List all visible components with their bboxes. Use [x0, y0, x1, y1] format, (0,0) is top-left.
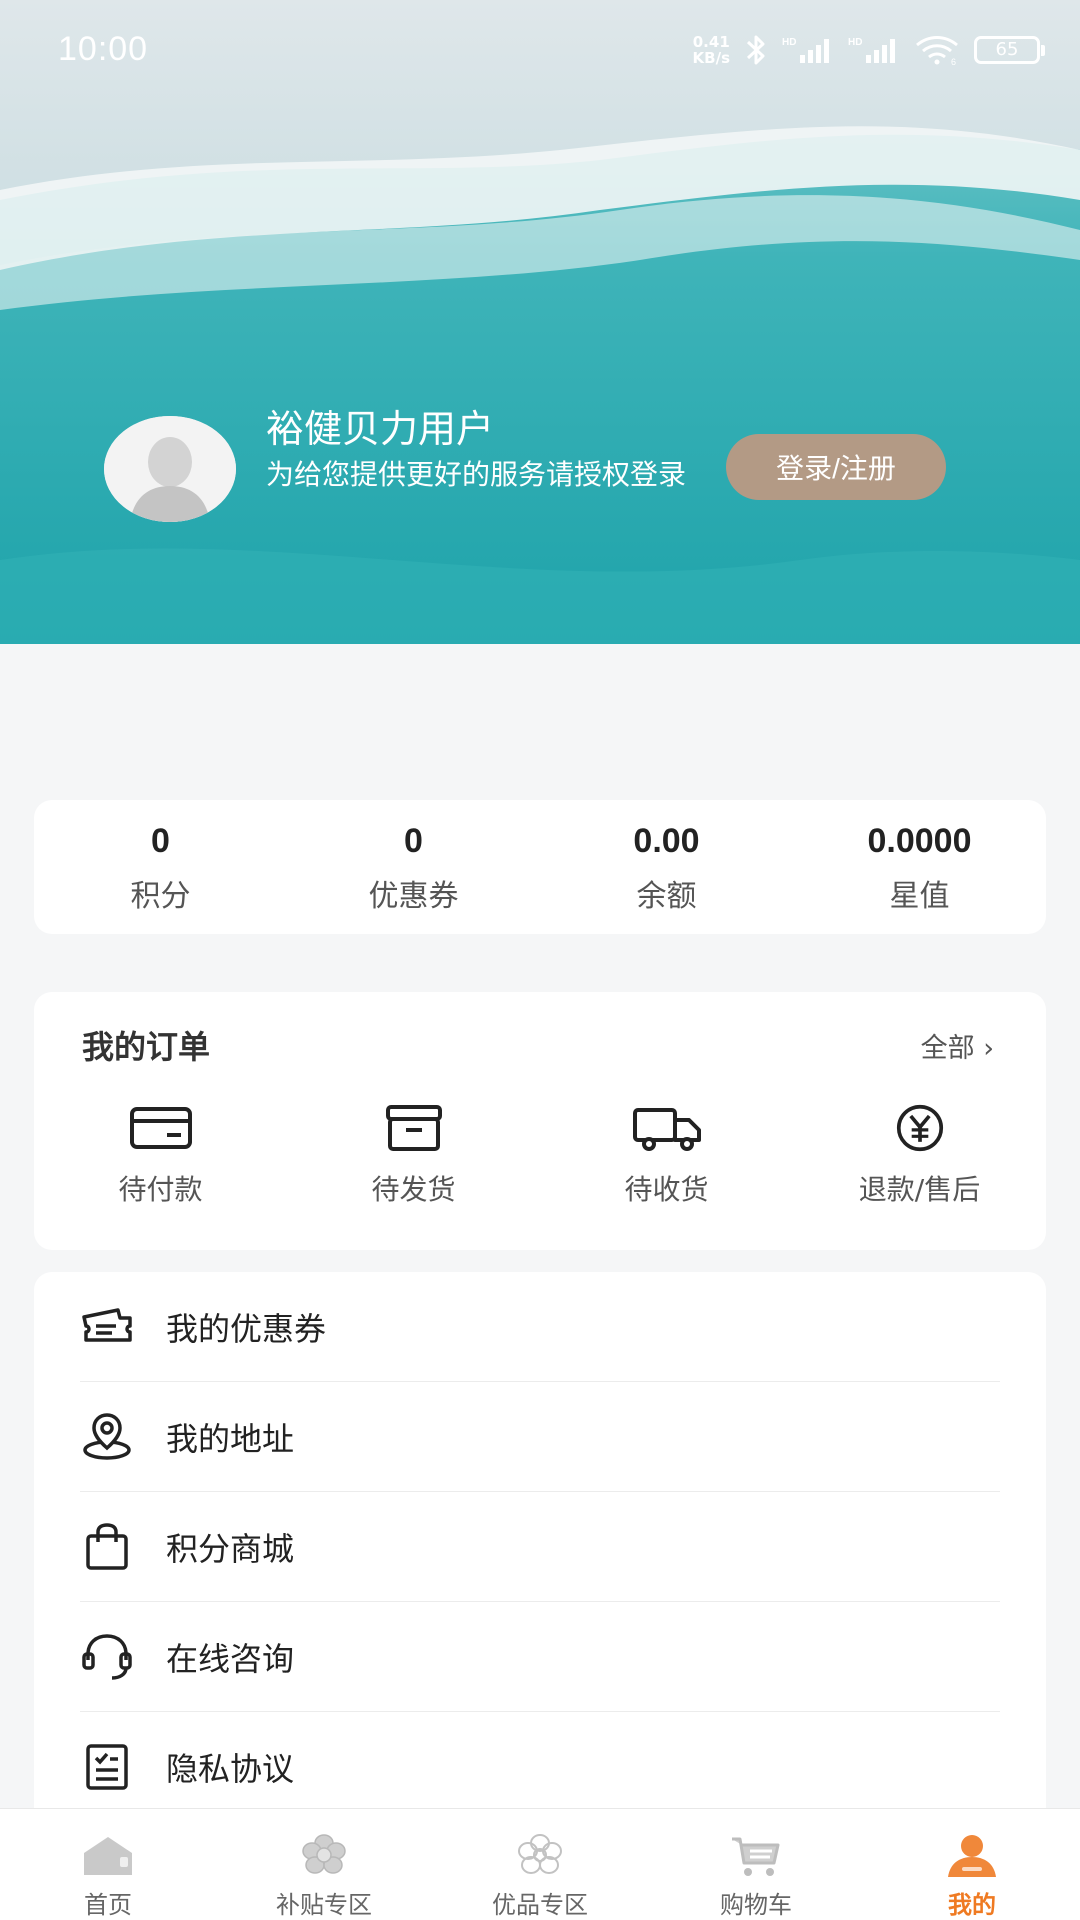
profile-header: 10:00 0.41 KB/s HD HD 6 65 裕健贝力用户 为给您提供更…	[0, 0, 1080, 644]
network-speed: 0.41 KB/s	[693, 34, 730, 66]
menu-label: 隐私协议	[166, 1750, 295, 1788]
stat-value: 0	[151, 822, 170, 860]
stat-value: 0	[404, 822, 423, 860]
ticket-icon	[82, 1307, 132, 1342]
menu-item-online-consult[interactable]: 在线咨询	[80, 1602, 1000, 1712]
order-refund-after-sales[interactable]: 退款/售后	[793, 1104, 1046, 1208]
net-speed-value: 0.41	[692, 33, 730, 51]
user-icon	[948, 1835, 996, 1877]
battery-indicator: 65	[974, 36, 1045, 64]
tab-label: 首页	[84, 1891, 132, 1919]
tab-shopping-cart[interactable]: 购物车	[648, 1809, 864, 1920]
tab-mine[interactable]: 我的	[864, 1809, 1080, 1920]
order-label: 待付款	[118, 1173, 203, 1206]
tab-label: 优品专区	[492, 1891, 588, 1919]
signal-1-icon: HD	[782, 37, 829, 63]
truck-icon	[632, 1108, 701, 1151]
stat-label: 余额	[636, 879, 697, 914]
yuan-icon	[896, 1104, 943, 1152]
tab-label: 我的	[948, 1891, 996, 1919]
stat-value: 0.0000	[867, 822, 972, 860]
svg-text:HD: HD	[782, 37, 796, 48]
order-label: 待发货	[371, 1173, 456, 1206]
svg-text:6: 6	[951, 57, 956, 65]
account-stats-card: 0 积分 0 优惠券 0.00 余额 0.0000 星值	[34, 800, 1046, 934]
status-time: 10:00	[58, 30, 149, 68]
menu-label: 在线咨询	[166, 1639, 295, 1678]
tab-subsidy-zone[interactable]: 补贴专区	[216, 1809, 432, 1920]
flower-outline-icon	[518, 1834, 562, 1874]
order-status-row: 待付款 待发货 待收货 退款/售后	[34, 1104, 1046, 1208]
bottom-tab-bar: 首页 补贴专区 优品专区 购物车 我的	[0, 1808, 1080, 1920]
order-label: 待收货	[624, 1173, 709, 1206]
menu-item-my-address[interactable]: 我的地址	[80, 1382, 1000, 1492]
menu-item-my-coupons[interactable]: 我的优惠券	[80, 1272, 1000, 1382]
cart-icon	[732, 1837, 780, 1876]
order-pending-receipt[interactable]: 待收货	[540, 1104, 793, 1208]
orders-title: 我的订单	[82, 1028, 211, 1066]
checklist-icon	[86, 1744, 128, 1790]
menu-label: 我的优惠券	[166, 1309, 327, 1348]
status-bar: 10:00 0.41 KB/s HD HD 6 65	[0, 0, 1080, 100]
menu-label: 积分商城	[166, 1529, 295, 1568]
view-all-orders-link[interactable]: 全部 ›	[921, 1026, 994, 1065]
stat-label: 优惠券	[368, 879, 459, 914]
stat-star-value[interactable]: 0.0000 星值	[793, 800, 1046, 934]
order-label: 退款/售后	[858, 1173, 981, 1206]
stat-label: 积分	[130, 879, 191, 914]
bluetooth-icon	[746, 35, 765, 65]
default-avatar-icon	[104, 416, 236, 522]
net-speed-unit: KB/s	[692, 49, 730, 67]
order-pending-shipment[interactable]: 待发货	[287, 1104, 540, 1208]
menu-label: 我的地址	[166, 1419, 295, 1458]
bag-icon	[86, 1522, 128, 1570]
headset-icon	[82, 1633, 132, 1680]
card-icon	[129, 1107, 192, 1149]
wifi-icon: 6	[916, 36, 958, 65]
stat-points[interactable]: 0 积分	[34, 800, 287, 934]
tab-quality-goods-zone[interactable]: 优品专区	[432, 1809, 648, 1920]
order-pending-payment[interactable]: 待付款	[34, 1104, 287, 1208]
login-prompt: 为给您提供更好的服务请授权登录	[266, 458, 687, 491]
stat-balance[interactable]: 0.00 余额	[540, 800, 793, 934]
my-orders-card: 我的订单 全部 › 待付款 待发货 待收货 退款/售后	[34, 992, 1046, 1250]
svg-text:HD: HD	[848, 37, 862, 48]
avatar[interactable]	[104, 416, 236, 522]
menu-item-privacy-policy[interactable]: 隐私协议	[80, 1712, 1000, 1822]
menu-item-points-mall[interactable]: 积分商城	[80, 1492, 1000, 1602]
tab-home[interactable]: 首页	[0, 1809, 216, 1920]
user-name: 裕健贝力用户	[266, 407, 495, 451]
tab-label: 补贴专区	[276, 1891, 372, 1919]
stat-coupons[interactable]: 0 优惠券	[287, 800, 540, 934]
stat-label: 星值	[889, 879, 950, 914]
status-icons: 0.41 KB/s HD HD 6 65	[693, 30, 1045, 70]
signal-2-icon: HD	[848, 37, 895, 63]
stat-value: 0.00	[633, 822, 700, 860]
tab-label: 购物车	[720, 1891, 792, 1919]
location-icon	[83, 1412, 131, 1460]
home-icon	[84, 1837, 132, 1875]
flower-icon	[302, 1834, 346, 1874]
service-menu: 我的优惠券 我的地址 积分商城 在线咨询 隐私协议	[34, 1272, 1046, 1812]
login-register-button[interactable]: 登录/注册	[726, 434, 946, 500]
box-icon	[385, 1105, 442, 1151]
